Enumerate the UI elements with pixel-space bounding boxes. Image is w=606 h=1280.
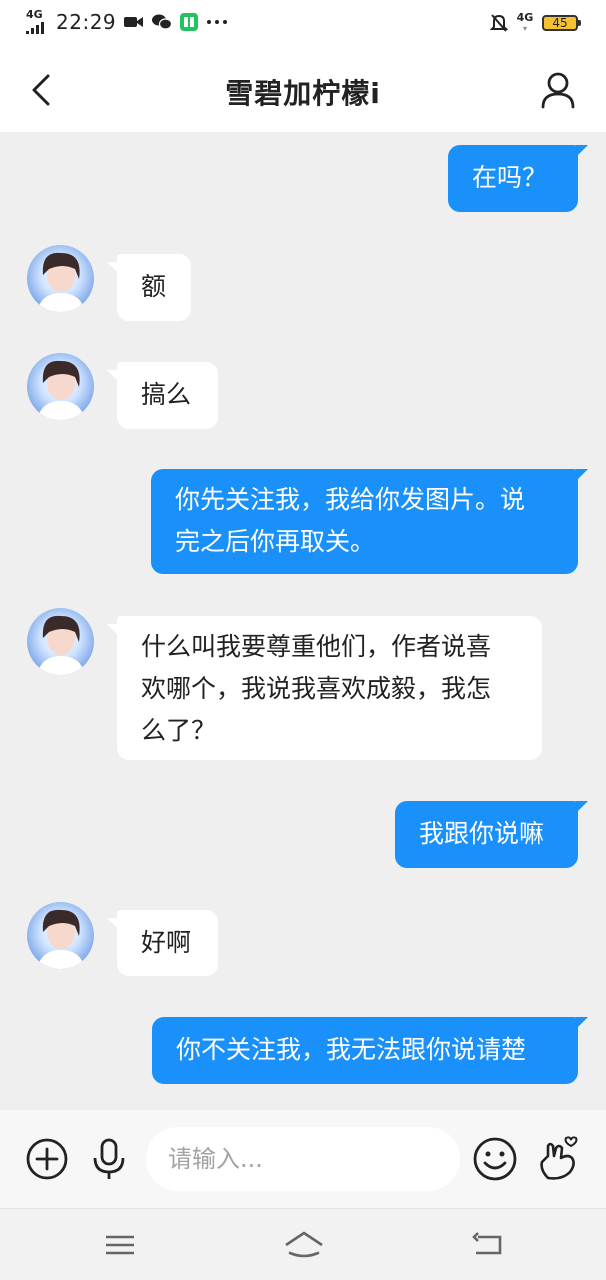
- more-dots-icon: [207, 20, 228, 24]
- network-type-label: 4G: [26, 8, 43, 21]
- add-circle-icon[interactable]: [22, 1134, 72, 1184]
- chat-title: 雪碧加柠檬ⅰ: [225, 77, 381, 110]
- avatar[interactable]: [27, 902, 94, 969]
- avatar-portrait-icon: [37, 360, 85, 420]
- person-icon[interactable]: [538, 70, 578, 110]
- avatar[interactable]: [27, 608, 94, 675]
- reader-app-icon: [180, 13, 199, 31]
- avatar-portrait-icon: [37, 252, 85, 312]
- status-right: 4G ▾ 45: [490, 12, 581, 34]
- clock: 22:29: [56, 10, 117, 34]
- message-bubble-incoming[interactable]: 搞么: [107, 362, 218, 429]
- home-icon[interactable]: [282, 1229, 326, 1261]
- signal-indicator: 4G: [26, 8, 48, 34]
- status-left: 4G 22:29: [26, 8, 228, 34]
- message-bubble-outgoing[interactable]: 在吗？: [448, 145, 588, 212]
- message-input[interactable]: [146, 1127, 460, 1191]
- emoji-icon[interactable]: [470, 1134, 520, 1184]
- signal-bars-icon: [26, 22, 44, 34]
- video-icon: [124, 17, 144, 27]
- message-text-line: 什么叫我要尊重他们，作者说喜: [141, 632, 492, 661]
- menu-icon[interactable]: [100, 1229, 140, 1261]
- message-text-line: 欢哪个，我说我喜欢成毅，我怎: [141, 674, 492, 703]
- message-bubble-incoming[interactable]: 额: [107, 254, 191, 321]
- battery-icon: 45: [542, 15, 581, 31]
- avatar-portrait-icon: [37, 909, 85, 969]
- message-bubble-outgoing[interactable]: 你不关注我，我无法跟你说请楚: [152, 1017, 588, 1084]
- finger-heart-icon[interactable]: [534, 1134, 584, 1184]
- message-bubble-incoming[interactable]: 什么叫我要尊重他们，作者说喜 欢哪个，我说我喜欢成毅，我怎 么了？: [107, 616, 542, 760]
- avatar[interactable]: [27, 353, 94, 420]
- message-bubble-incoming[interactable]: 好啊: [107, 910, 218, 976]
- network-type-right: 4G ▾: [516, 12, 534, 34]
- battery-level: 45: [552, 16, 568, 30]
- message-text-line: 完之后你再取关。: [175, 527, 376, 556]
- message-text: 额: [141, 272, 167, 301]
- microphone-icon[interactable]: [84, 1134, 134, 1184]
- message-text: 在吗？: [472, 163, 548, 192]
- message-text: 好啊: [141, 928, 192, 957]
- message-text: 搞么: [141, 380, 192, 409]
- avatar-portrait-icon: [37, 615, 85, 675]
- system-nav-bar: [0, 1208, 606, 1280]
- message-text: 你不关注我，我无法跟你说请楚: [176, 1035, 527, 1064]
- chat-header: 雪碧加柠檬ⅰ: [0, 48, 606, 132]
- message-text-line: 么了？: [141, 716, 217, 745]
- message-bubble-outgoing[interactable]: 你先关注我，我给你发图片。说 完之后你再取关。: [151, 469, 588, 574]
- wechat-icon: [152, 14, 173, 30]
- avatar[interactable]: [27, 245, 94, 312]
- status-bar: 4G 22:29 4G ▾ 45: [0, 0, 606, 48]
- message-text-line: 你先关注我，我给你发图片。说: [175, 485, 526, 514]
- back-icon[interactable]: [468, 1229, 508, 1261]
- message-list[interactable]: 在吗？ 额 搞么 你先关注我，我给你发图片。说 完之后你再取关。 什么叫我要尊重…: [0, 132, 606, 1110]
- mute-bell-icon: [490, 14, 508, 32]
- message-bubble-outgoing[interactable]: 我跟你说嘛: [395, 801, 588, 868]
- signal-arrows-icon: ▾: [522, 24, 527, 33]
- input-bar: [0, 1110, 606, 1208]
- message-text: 我跟你说嘛: [419, 819, 545, 848]
